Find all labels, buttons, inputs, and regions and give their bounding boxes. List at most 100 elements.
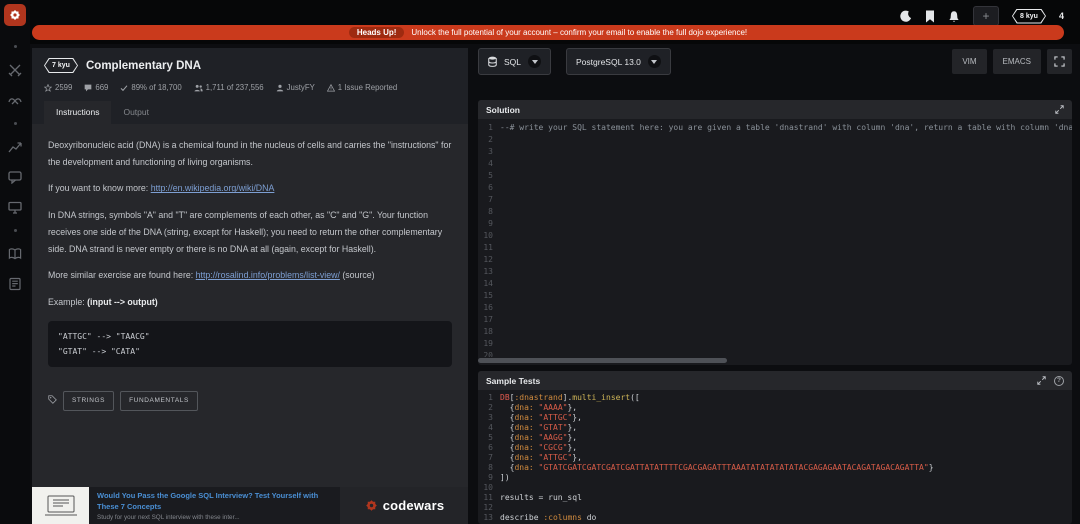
- workspace-toolbar: SQL PostgreSQL 13.0 VIM EMACS: [478, 48, 1072, 75]
- codewars-logo[interactable]: [4, 4, 26, 26]
- train-swords-icon[interactable]: [8, 63, 22, 77]
- bookmark-icon[interactable]: [925, 10, 935, 23]
- horizontal-scrollbar: [478, 357, 1072, 365]
- kata-tabs: InstructionsOutput: [44, 101, 456, 124]
- database-icon: [488, 56, 497, 67]
- chevron-down-icon: [528, 55, 541, 68]
- dark-mode-moon-icon[interactable]: [899, 10, 912, 23]
- code-line: 12: [478, 254, 1072, 266]
- kata-description: Deoxyribonucleic acid (DNA) is a chemica…: [32, 124, 468, 487]
- line-number: 11: [478, 242, 500, 254]
- code-line: 13describe :columns do: [478, 513, 1072, 523]
- language-dropdown[interactable]: SQL: [478, 48, 551, 75]
- code-line: 18: [478, 326, 1072, 338]
- code-line: 1--# write your SQL statement here: you …: [478, 122, 1072, 134]
- honor-count[interactable]: 4: [1059, 11, 1064, 21]
- sponsor-ad[interactable]: Would You Pass the Google SQL Interview?…: [32, 487, 468, 524]
- sample-tests-header: Sample Tests ?: [478, 371, 1072, 390]
- solution-editor[interactable]: 1--# write your SQL statement here: you …: [478, 119, 1072, 357]
- gear-icon: [8, 8, 22, 22]
- new-kumite-button[interactable]: +: [973, 6, 999, 26]
- tab-instructions[interactable]: Instructions: [44, 101, 111, 124]
- kata-title: Complementary DNA: [86, 60, 201, 72]
- desc-text: (source): [340, 270, 375, 280]
- code-line: 10: [478, 230, 1072, 242]
- ad-brand-name: codewars: [383, 498, 445, 513]
- expand-panel-icon[interactable]: [1055, 105, 1064, 114]
- solution-panel-header: Solution: [478, 100, 1072, 119]
- sample-tests-editor[interactable]: 1DB[:dnastrand].multi_insert([2 {dna: "A…: [478, 390, 1072, 524]
- line-number: 9: [478, 218, 500, 230]
- example-code-line: "ATTGC" --> "TAACG": [58, 329, 442, 344]
- ad-thumbnail[interactable]: [32, 487, 89, 524]
- ad-brand[interactable]: codewars: [340, 487, 468, 524]
- user-rank-badge[interactable]: 8 kyu: [1012, 9, 1046, 24]
- stat-comment: 669: [84, 83, 108, 92]
- line-number: 7: [478, 453, 500, 463]
- help-icon[interactable]: ?: [1054, 376, 1064, 386]
- code-line: 11results = run_sql: [478, 493, 1072, 503]
- tag-icon: [48, 393, 57, 410]
- code-line: 19: [478, 338, 1072, 350]
- allies-icon[interactable]: [8, 93, 22, 107]
- ad-subtitle: Study for your next SQL interview with t…: [97, 514, 332, 521]
- line-number: 19: [478, 338, 500, 350]
- sidebar-dot: [14, 45, 17, 48]
- line-number: 2: [478, 134, 500, 146]
- blog-icon[interactable]: [8, 277, 22, 291]
- version-dropdown[interactable]: PostgreSQL 13.0: [566, 48, 671, 75]
- code-line: 9: [478, 218, 1072, 230]
- kata-header: 7 kyu Complementary DNA 2599 669 89% of 18…: [32, 48, 468, 124]
- stat-check: 89% of 18,700: [120, 83, 181, 92]
- line-number: 8: [478, 463, 500, 473]
- line-number: 2: [478, 403, 500, 413]
- leaderboard-icon[interactable]: [8, 140, 22, 154]
- line-number: 20: [478, 350, 500, 357]
- line-number: 3: [478, 413, 500, 423]
- line-number: 12: [478, 254, 500, 266]
- docs-book-icon[interactable]: [8, 247, 22, 261]
- expand-panel-icon[interactable]: [1037, 376, 1046, 385]
- forum-icon[interactable]: [8, 200, 22, 214]
- discussions-icon[interactable]: [8, 170, 22, 184]
- line-number: 12: [478, 503, 500, 513]
- ad-title[interactable]: Would You Pass the Google SQL Interview?…: [97, 491, 332, 512]
- solution-panel: Solution 1--# write your SQL statement h…: [478, 100, 1072, 365]
- notifications-bell-icon[interactable]: [948, 10, 960, 23]
- line-number: 4: [478, 423, 500, 433]
- code-line: 1DB[:dnastrand].multi_insert([: [478, 393, 1072, 403]
- line-number: 4: [478, 158, 500, 170]
- kata-rank-label: 7 kyu: [44, 58, 78, 73]
- example-code-block: "ATTGC" --> "TAACG""GTAT" --> "CATA": [48, 321, 452, 367]
- language-value: SQL: [504, 57, 521, 67]
- code-line: 13: [478, 266, 1072, 278]
- code-line: 3: [478, 146, 1072, 158]
- code-line: 2: [478, 134, 1072, 146]
- vim-mode-button[interactable]: VIM: [952, 49, 986, 74]
- desc-link[interactable]: http://rosalind.info/problems/list-view/: [196, 270, 340, 280]
- line-number: 6: [478, 182, 500, 194]
- tab-output[interactable]: Output: [111, 101, 161, 124]
- example-code-line: "GTAT" --> "CATA": [58, 344, 442, 359]
- ad-body: Would You Pass the Google SQL Interview?…: [89, 487, 340, 524]
- desc-text: Example:: [48, 297, 87, 307]
- tag-chip[interactable]: STRINGS: [63, 391, 114, 411]
- horizontal-scrollbar-thumb[interactable]: [478, 358, 727, 363]
- code-line: 6: [478, 182, 1072, 194]
- stat-star: 2599: [44, 83, 72, 92]
- stat-warning: 1 Issue Reported: [327, 83, 397, 92]
- code-line: 5: [478, 170, 1072, 182]
- app-sidebar: [0, 0, 30, 524]
- desc-paragraphs: Deoxyribonucleic acid (DNA) is a chemica…: [48, 137, 452, 311]
- code-line: 4: [478, 158, 1072, 170]
- desc-link[interactable]: http://en.wikipedia.org/wiki/DNA: [151, 183, 275, 193]
- code-line: 4 {dna: "GTAT"},: [478, 423, 1072, 433]
- sample-tests-panel: Sample Tests ? 1DB[:dnastrand].multi_ins…: [478, 371, 1072, 524]
- code-line: 20: [478, 350, 1072, 357]
- line-number: 1: [478, 122, 500, 134]
- emacs-mode-button[interactable]: EMACS: [993, 49, 1041, 74]
- line-number: 14: [478, 278, 500, 290]
- fullscreen-button[interactable]: [1047, 49, 1072, 74]
- email-confirm-banner[interactable]: Heads Up! Unlock the full potential of y…: [32, 25, 1064, 40]
- tag-chip[interactable]: FUNDAMENTALS: [120, 391, 198, 411]
